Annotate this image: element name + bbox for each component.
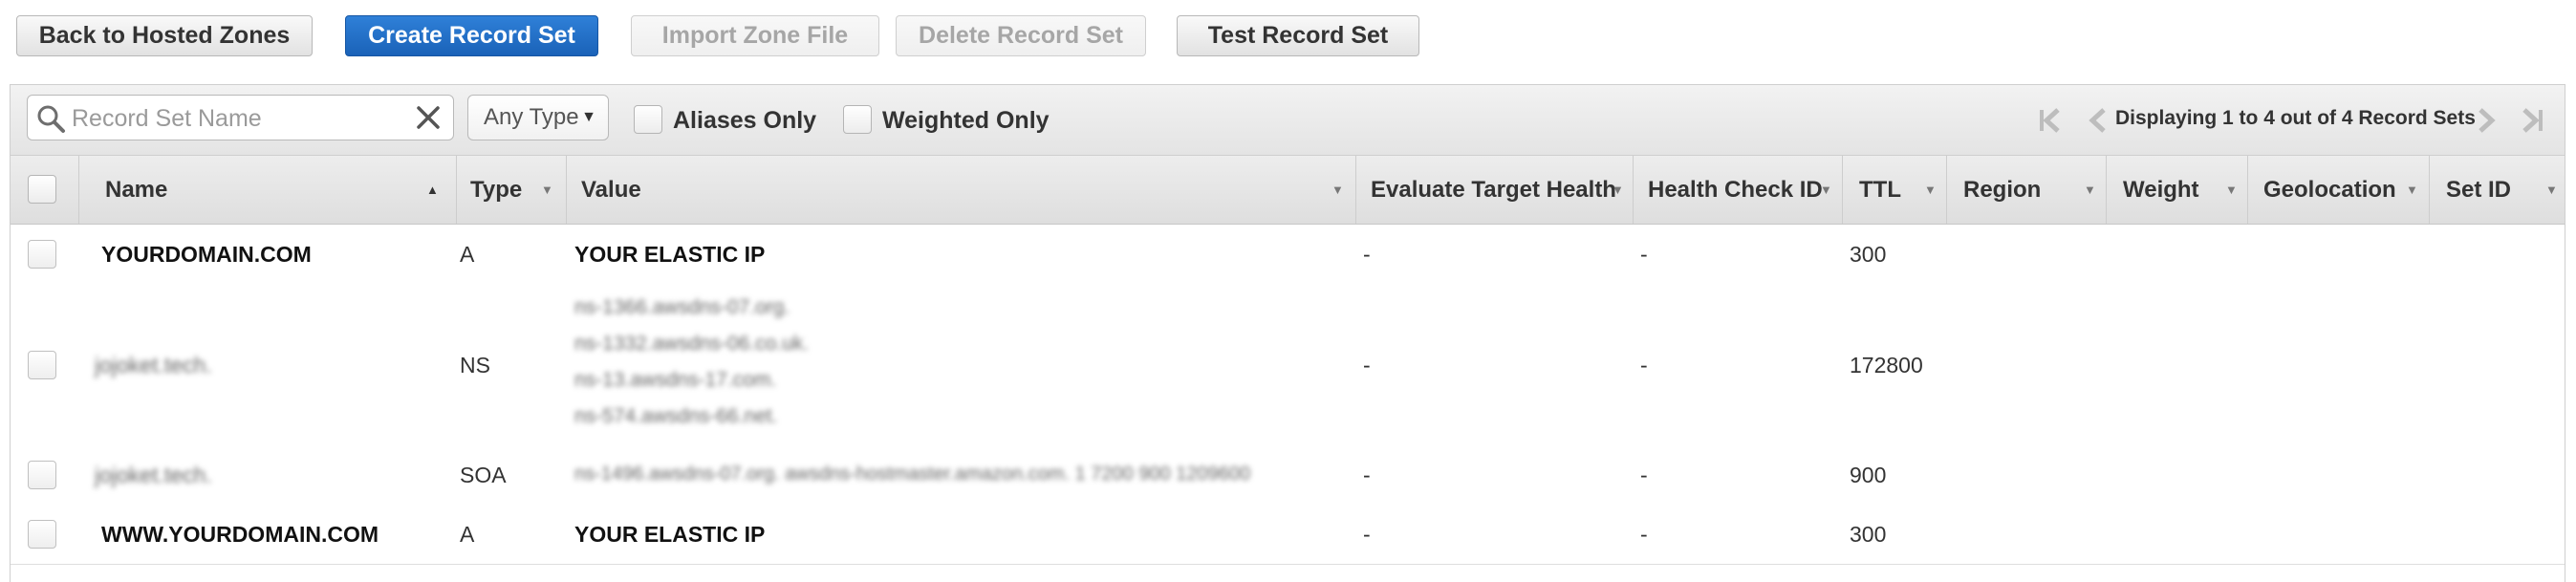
prev-page-icon[interactable] [2087,107,2110,134]
record-type: A [460,522,475,547]
record-sets-panel: Any Type ▼ Aliases Only Weighted Only Di… [10,84,2565,582]
sort-menu-icon: ▼ [1820,183,1832,197]
pagination-status: Displaying 1 to 4 out of 4 Record Sets [2115,107,2476,129]
record-type: SOA [460,463,507,487]
column-header-set-id[interactable]: Set ID ▼ [2430,156,2565,224]
sort-menu-icon: ▼ [2225,183,2238,197]
health-check-id: - [1640,522,1648,547]
aliases-only-label: Aliases Only [673,107,817,134]
record-ttl: 300 [1850,242,1887,267]
row-checkbox[interactable] [28,520,56,549]
create-record-set-button[interactable]: Create Record Set [345,15,598,56]
sort-menu-icon: ▼ [1612,183,1624,197]
record-name: jojoket.tech. [95,463,212,487]
type-filter-select[interactable]: Any Type ▼ [467,95,609,140]
header-select-cell [11,156,79,224]
back-to-hosted-zones-button[interactable]: Back to Hosted Zones [16,15,313,56]
column-header-type[interactable]: Type ▼ [457,156,567,224]
record-value: ns-1496.awsdns-07.org. awsdns-hostmaster… [574,463,1251,485]
table-row[interactable]: jojoket.tech. NS ns-1366.awsdns-07.org. … [11,284,2565,446]
record-name: YOURDOMAIN.COM [101,242,312,267]
first-page-icon[interactable] [2037,107,2066,134]
aliases-only-checkbox[interactable] [634,105,662,134]
record-type: NS [460,353,490,377]
evaluate-target-health: - [1363,242,1371,267]
record-ttl: 900 [1850,463,1887,487]
search-icon [37,105,65,133]
sort-menu-icon: ▼ [2545,183,2558,197]
chevron-down-icon: ▼ [581,109,596,125]
column-header-weight[interactable]: Weight ▼ [2107,156,2248,224]
sort-menu-icon: ▼ [541,183,553,197]
record-value: YOUR ELASTIC IP [574,242,766,267]
record-value-line: ns-1332.awsdns-06.co.uk. [574,333,810,355]
select-all-checkbox[interactable] [28,175,56,204]
sort-menu-icon: ▼ [2084,183,2096,197]
row-checkbox[interactable] [28,240,56,269]
table-row[interactable]: jojoket.tech. SOA ns-1496.awsdns-07.org.… [11,445,2565,506]
sort-menu-icon: ▼ [1331,183,1344,197]
weighted-only-checkbox[interactable] [843,105,872,134]
import-zone-file-button[interactable]: Import Zone File [631,15,879,56]
column-header-evaluate-target-health[interactable]: Evaluate Target Health ▼ [1356,156,1634,224]
record-ttl: 300 [1850,522,1887,547]
health-check-id: - [1640,242,1648,267]
column-header-region[interactable]: Region ▼ [1947,156,2107,224]
column-header-health-check-id[interactable]: Health Check ID ▼ [1634,156,1843,224]
column-header-geolocation[interactable]: Geolocation ▼ [2248,156,2430,224]
evaluate-target-health: - [1363,522,1371,547]
clear-icon[interactable] [415,104,442,131]
health-check-id: - [1640,353,1648,377]
evaluate-target-health: - [1363,353,1371,377]
record-set-name-search-input[interactable] [70,101,399,136]
column-header-name[interactable]: Name ▲ [79,156,457,224]
record-ttl: 172800 [1850,353,1923,377]
table-row[interactable]: WWW.YOURDOMAIN.COM A YOUR ELASTIC IP - -… [11,505,2565,565]
record-value-line: ns-574.awsdns-66.net. [574,405,778,427]
health-check-id: - [1640,463,1648,487]
table-header: Name ▲ Type ▼ Value ▼ Evaluate Target He… [11,156,2565,225]
filter-bar: Any Type ▼ Aliases Only Weighted Only Di… [11,85,2565,156]
record-value-line: ns-1366.awsdns-07.org. [574,296,790,318]
record-name: WWW.YOURDOMAIN.COM [101,522,379,547]
next-page-icon[interactable] [2475,107,2498,134]
row-checkbox[interactable] [28,351,56,379]
evaluate-target-health: - [1363,463,1371,487]
weighted-only-label: Weighted Only [882,107,1050,134]
column-header-ttl[interactable]: TTL ▼ [1843,156,1947,224]
sort-asc-icon: ▲ [426,183,439,197]
row-checkbox[interactable] [28,461,56,489]
table-row[interactable]: YOURDOMAIN.COM A YOUR ELASTIC IP - - 300 [11,225,2565,285]
record-name: jojoket.tech. [95,353,212,377]
record-type: A [460,242,475,267]
sort-menu-icon: ▼ [1924,183,1937,197]
search-box [27,95,454,140]
column-header-value[interactable]: Value ▼ [567,156,1356,224]
record-value-line: ns-13.awsdns-17.com. [574,369,777,391]
sort-menu-icon: ▼ [2406,183,2418,197]
delete-record-set-button[interactable]: Delete Record Set [896,15,1146,56]
test-record-set-button[interactable]: Test Record Set [1177,15,1419,56]
record-value: YOUR ELASTIC IP [574,522,766,547]
type-filter-value: Any Type [484,104,579,130]
last-page-icon[interactable] [2517,107,2545,134]
